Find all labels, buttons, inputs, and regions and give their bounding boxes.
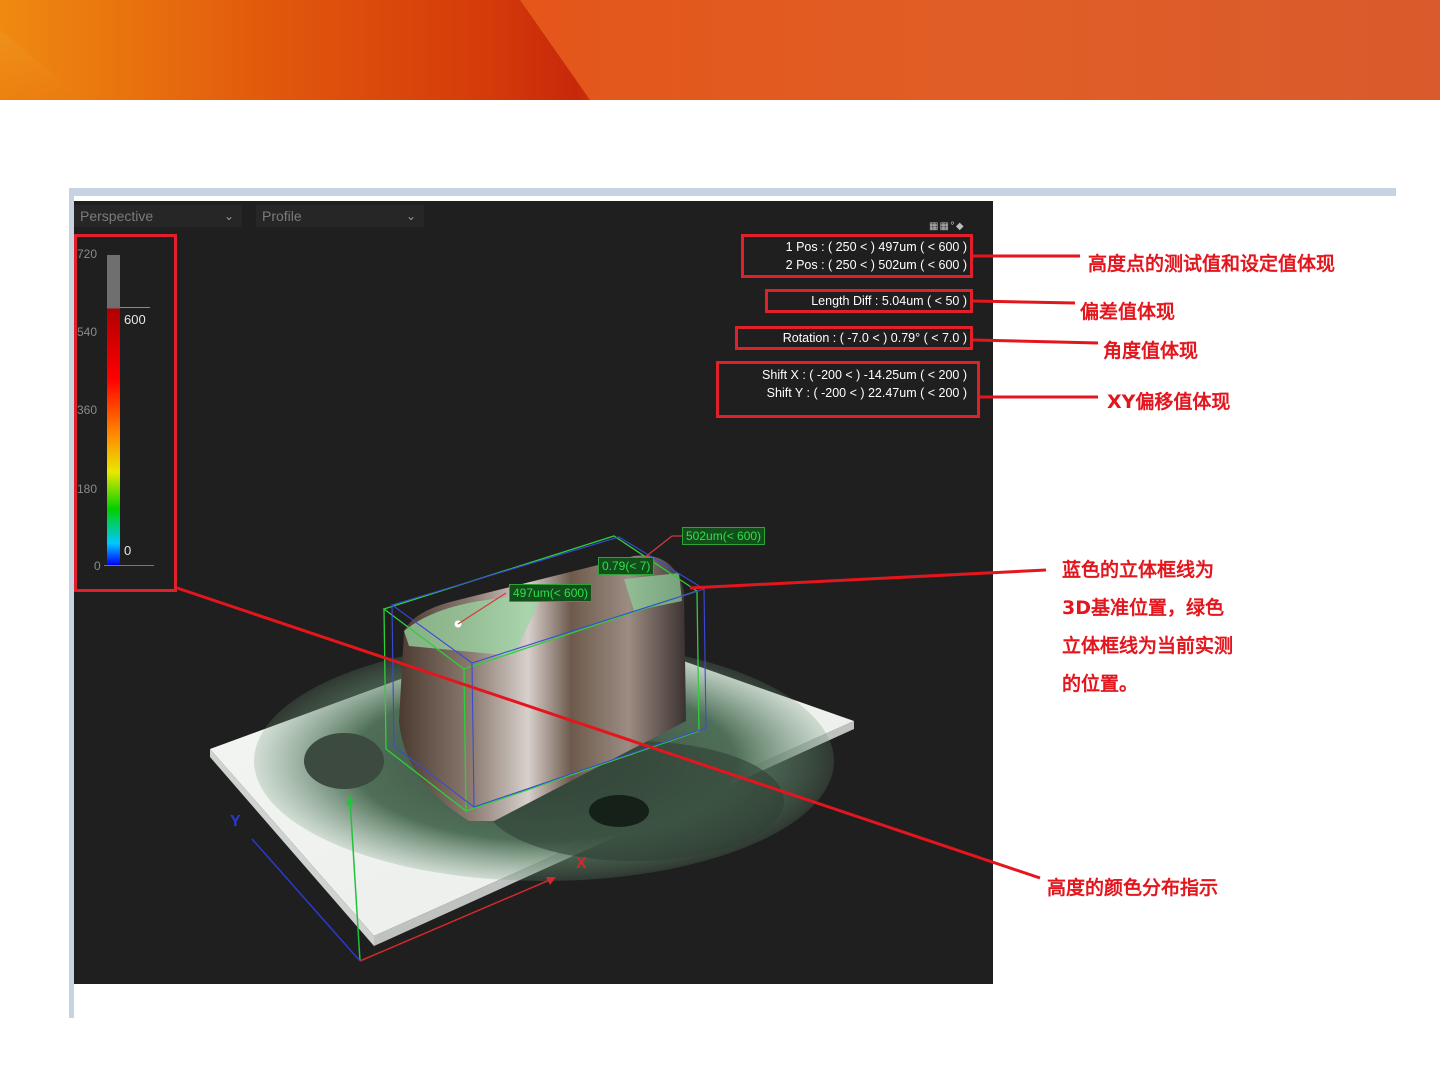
xy-shift-annotation: XY偏移值体现 xyxy=(1107,391,1231,413)
y-axis-label: Y xyxy=(230,813,241,830)
3d-viewer[interactable]: Perspective ⌄ Profile ⌄ ▦▦°◆ 720 540 360… xyxy=(74,201,993,984)
length-diff-highlight-box xyxy=(765,289,973,313)
bounding-box-annotation-line-1: 蓝色的立体框线为 xyxy=(1062,559,1215,581)
shift-highlight-box xyxy=(716,361,980,418)
banner-shade xyxy=(0,30,80,100)
bounding-box-annotation: 蓝色的立体框线为 3D基准位置，绿色 立体框线为当前实测 的位置。 xyxy=(1062,551,1233,703)
bounding-box-annotation-line-3: 立体框线为当前实测 xyxy=(1062,635,1234,657)
deviation-annotation: 偏差值体现 xyxy=(1080,301,1176,323)
rotation-highlight-box xyxy=(735,326,973,350)
x-axis-label: X xyxy=(576,855,587,872)
angle-annotation: 角度值体现 xyxy=(1103,340,1199,362)
color-distribution-annotation: 高度的颜色分布指示 xyxy=(1047,877,1219,899)
banner-band xyxy=(520,0,1440,100)
solder-pit xyxy=(589,795,649,827)
solder-bump xyxy=(304,733,384,789)
point-1-height-tag: 497um(< 600) xyxy=(509,584,593,602)
height-points-annotation: 高度点的测试值和设定值体现 xyxy=(1088,253,1336,275)
color-scale-highlight-box xyxy=(74,234,177,592)
window-frame-top xyxy=(69,188,1396,196)
header-banner xyxy=(0,0,1440,100)
point-2-height-tag: 502um(< 600) xyxy=(682,527,766,545)
rotation-tag: 0.79(< 7) xyxy=(598,557,655,575)
bounding-box-annotation-line-2: 3D基准位置，绿色 xyxy=(1062,597,1224,619)
height-readout-highlight-box xyxy=(741,234,973,278)
bounding-box-annotation-line-4: 的位置。 xyxy=(1062,673,1139,695)
